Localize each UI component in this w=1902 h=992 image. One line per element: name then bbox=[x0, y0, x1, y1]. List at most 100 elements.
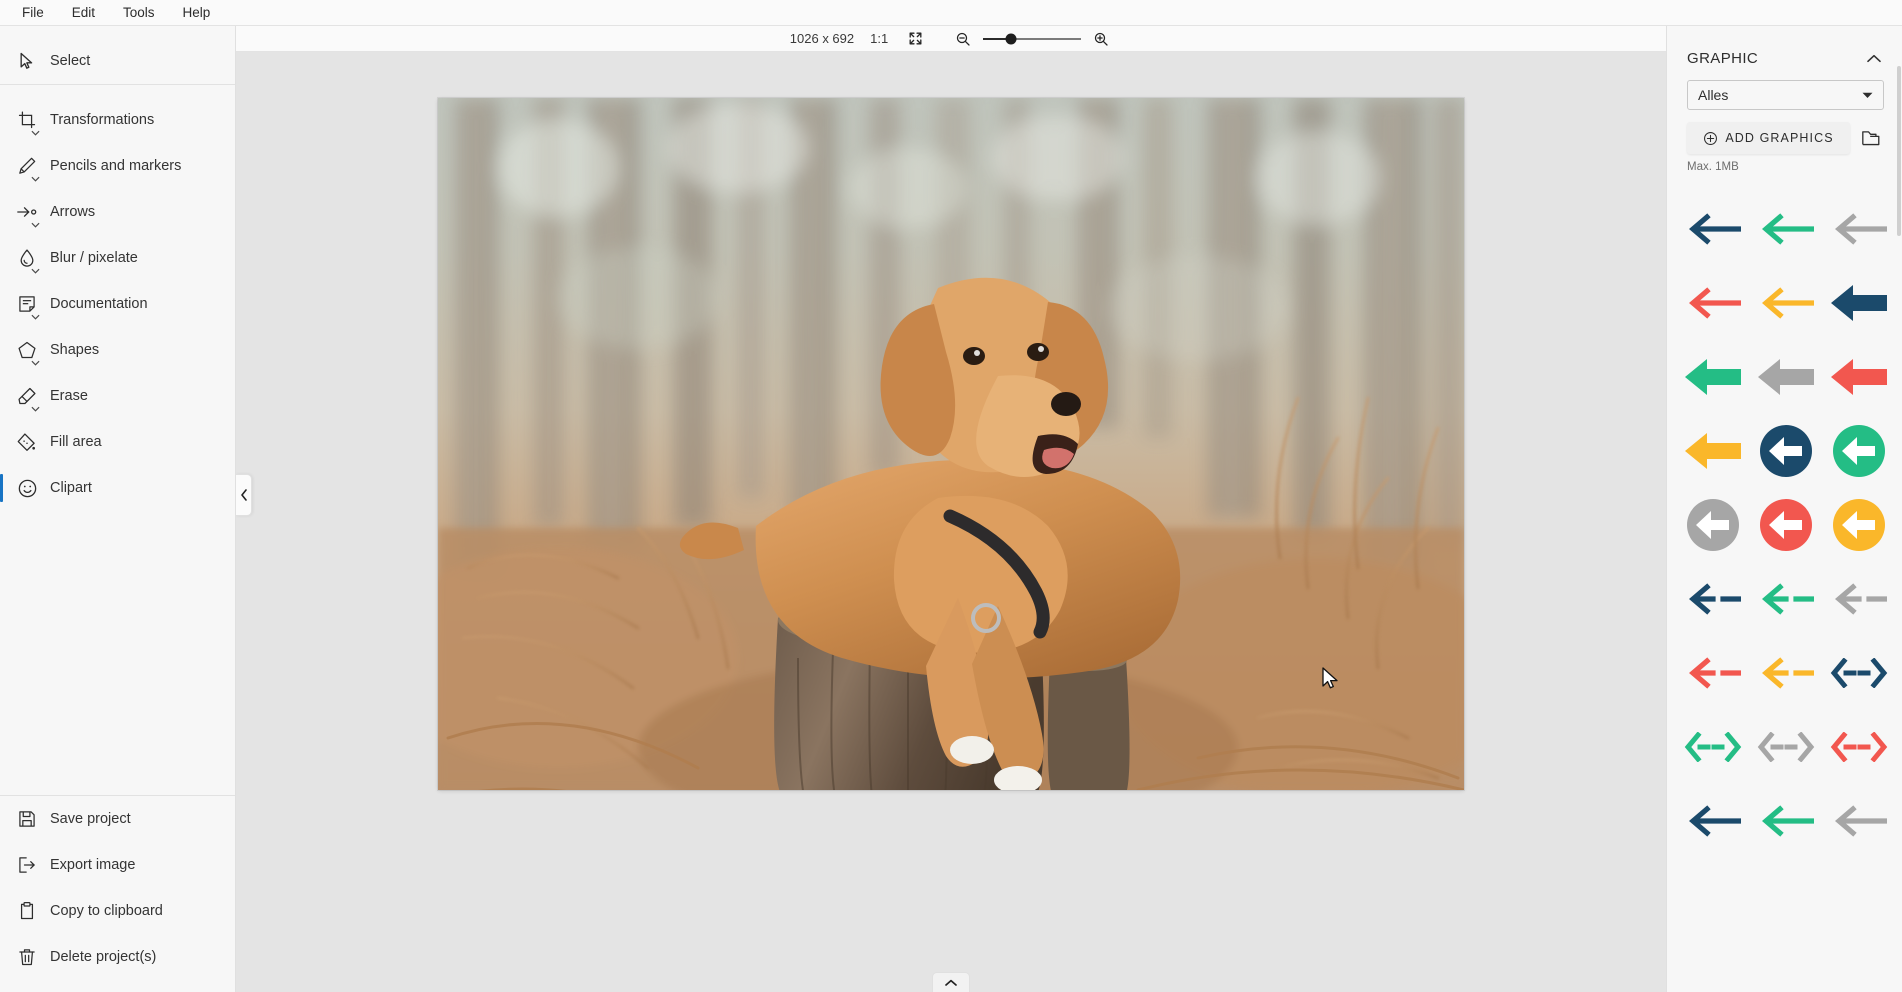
clipart-arrow-double-dashed-navy[interactable] bbox=[1823, 641, 1894, 705]
sidebar-flex-spacer bbox=[0, 511, 235, 795]
zoom-in-icon[interactable] bbox=[1090, 28, 1112, 50]
sidebar-item-label: Documentation bbox=[50, 296, 148, 312]
sidebar-item-label: Fill area bbox=[50, 434, 102, 450]
clipart-arrow-left-dashed-gray[interactable] bbox=[1823, 567, 1894, 631]
zoom-slider[interactable] bbox=[983, 38, 1081, 40]
graphic-panel-body: Alles ADD GRAPHICS bbox=[1667, 80, 1902, 173]
panel-title: GRAPHIC bbox=[1687, 50, 1758, 67]
clipart-arrow-left-circle-gray[interactable] bbox=[1677, 493, 1748, 557]
editor-center: 1026 x 692 1:1 bbox=[236, 26, 1666, 992]
clipart-arrow-left-thin-green[interactable] bbox=[1750, 197, 1821, 261]
clipart-arrow-left-thin-yellow[interactable] bbox=[1750, 271, 1821, 335]
clipart-arrow-left-circle-yellow[interactable] bbox=[1823, 493, 1894, 557]
sidebar-item-blur-pixelate[interactable]: Blur / pixelate bbox=[0, 235, 235, 281]
clipart-arrow-left-block-yellow[interactable] bbox=[1677, 419, 1748, 483]
sidebar-item-arrows[interactable]: Arrows bbox=[0, 189, 235, 235]
zoom-slider-thumb[interactable] bbox=[1005, 33, 1016, 44]
graphic-panel-header: GRAPHIC bbox=[1667, 26, 1902, 80]
clipart-arrow-left-circle-green[interactable] bbox=[1823, 419, 1894, 483]
tool-sidebar: Select Transformations bbox=[0, 26, 236, 992]
panel-scrollbar[interactable] bbox=[1897, 66, 1901, 236]
sidebar-item-fill-area[interactable]: Fill area bbox=[0, 419, 235, 465]
caret-down-icon bbox=[1862, 92, 1873, 99]
sidebar-item-erase[interactable]: Erase bbox=[0, 373, 235, 419]
clipart-arrow-left-thin-green-2[interactable] bbox=[1750, 789, 1821, 853]
sidebar-item-label: Pencils and markers bbox=[50, 158, 181, 174]
clipart-arrow-left-thin-gray-2[interactable] bbox=[1823, 789, 1894, 853]
clipart-arrow-left-block-green[interactable] bbox=[1677, 345, 1748, 409]
sidebar-item-transformations[interactable]: Transformations bbox=[0, 97, 235, 143]
clipart-arrow-left-dashed-navy[interactable] bbox=[1677, 567, 1748, 631]
sidebar-item-label: Blur / pixelate bbox=[50, 250, 138, 266]
sidebar-item-save-project[interactable]: Save project bbox=[0, 796, 235, 842]
sidebar-item-export-image[interactable]: Export image bbox=[0, 842, 235, 888]
menu-file[interactable]: File bbox=[8, 2, 58, 24]
clipboard-icon bbox=[14, 898, 40, 924]
clipart-arrow-left-circle-navy[interactable] bbox=[1750, 419, 1821, 483]
clipart-arrow-left-block-gray[interactable] bbox=[1750, 345, 1821, 409]
sidebar-item-select[interactable]: Select bbox=[0, 38, 235, 84]
sidebar-item-shapes[interactable]: Shapes bbox=[0, 327, 235, 373]
sidebar-item-delete-projects[interactable]: Delete project(s) bbox=[0, 934, 235, 980]
chevron-down-icon bbox=[31, 406, 40, 412]
menu-tools[interactable]: Tools bbox=[109, 2, 169, 24]
clipart-arrow-left-thin-gray[interactable] bbox=[1823, 197, 1894, 261]
sidebar-item-label: Clipart bbox=[50, 480, 92, 496]
mouse-pointer-icon bbox=[1322, 667, 1339, 696]
sidebar-item-pencils-and-markers[interactable]: Pencils and markers bbox=[0, 143, 235, 189]
category-select[interactable]: Alles bbox=[1687, 80, 1884, 110]
folder-icon bbox=[1861, 129, 1881, 147]
graphic-panel: GRAPHIC Alles ADD GRAPHICS bbox=[1666, 26, 1902, 992]
zoom-slider-group bbox=[952, 28, 1112, 50]
chevron-down-icon bbox=[31, 314, 40, 320]
clipart-arrow-left-block-navy[interactable] bbox=[1823, 271, 1894, 335]
sidebar-item-copy-to-clipboard[interactable]: Copy to clipboard bbox=[0, 888, 235, 934]
menu-help[interactable]: Help bbox=[169, 2, 225, 24]
paint-bucket-icon bbox=[14, 429, 40, 455]
menu-bar: File Edit Tools Help bbox=[0, 0, 1902, 26]
clipart-arrow-left-thin-navy[interactable] bbox=[1677, 197, 1748, 261]
sidebar-item-label: Erase bbox=[50, 388, 88, 404]
sidebar-item-label: Delete project(s) bbox=[50, 949, 156, 965]
sidebar-item-label: Save project bbox=[50, 811, 131, 827]
expand-bottom-panel-tab[interactable] bbox=[932, 972, 970, 992]
menu-edit[interactable]: Edit bbox=[58, 2, 109, 24]
plus-circle-icon bbox=[1703, 131, 1718, 146]
clipart-arrow-double-dashed-red[interactable] bbox=[1823, 715, 1894, 779]
chevron-down-icon bbox=[31, 130, 40, 136]
clipart-arrow-left-dashed-red[interactable] bbox=[1677, 641, 1748, 705]
zoom-out-icon[interactable] bbox=[952, 28, 974, 50]
clipart-arrow-left-dashed-green[interactable] bbox=[1750, 567, 1821, 631]
canvas-toolbar-inner: 1026 x 692 1:1 bbox=[790, 28, 1112, 50]
sidebar-item-label: Transformations bbox=[50, 112, 154, 128]
sidebar-item-label: Shapes bbox=[50, 342, 99, 358]
canvas-area[interactable] bbox=[236, 52, 1666, 992]
chevron-down-icon bbox=[31, 176, 40, 182]
clipart-arrow-left-dashed-yellow[interactable] bbox=[1750, 641, 1821, 705]
sidebar-item-documentation[interactable]: Documentation bbox=[0, 281, 235, 327]
sidebar-item-clipart[interactable]: Clipart bbox=[0, 465, 235, 511]
add-graphics-button[interactable]: ADD GRAPHICS bbox=[1687, 122, 1850, 154]
chevron-down-icon bbox=[31, 360, 40, 366]
collapse-sidebar-tab[interactable] bbox=[236, 474, 252, 516]
clipart-arrow-left-circle-red[interactable] bbox=[1750, 493, 1821, 557]
zoom-ratio-label[interactable]: 1:1 bbox=[870, 31, 888, 46]
open-folder-button[interactable] bbox=[1858, 125, 1884, 151]
collapse-panel-button[interactable] bbox=[1864, 48, 1884, 68]
export-icon bbox=[14, 852, 40, 878]
image-canvas[interactable] bbox=[438, 98, 1464, 790]
category-select-value: Alles bbox=[1698, 87, 1728, 103]
chevron-down-icon bbox=[31, 222, 40, 228]
clipart-arrow-left-thin-navy-2[interactable] bbox=[1677, 789, 1748, 853]
clipart-arrow-double-dashed-green[interactable] bbox=[1677, 715, 1748, 779]
chevron-left-icon bbox=[240, 489, 248, 501]
canvas-photo bbox=[438, 98, 1464, 790]
clipart-arrow-left-thin-red[interactable] bbox=[1677, 271, 1748, 335]
cursor-icon bbox=[14, 48, 40, 74]
clipart-arrow-double-dashed-gray[interactable] bbox=[1750, 715, 1821, 779]
fullscreen-icon[interactable] bbox=[904, 28, 926, 50]
add-graphics-row: ADD GRAPHICS bbox=[1687, 122, 1884, 154]
main-row: Select Transformations bbox=[0, 26, 1902, 992]
trash-icon bbox=[14, 944, 40, 970]
clipart-arrow-left-block-red[interactable] bbox=[1823, 345, 1894, 409]
